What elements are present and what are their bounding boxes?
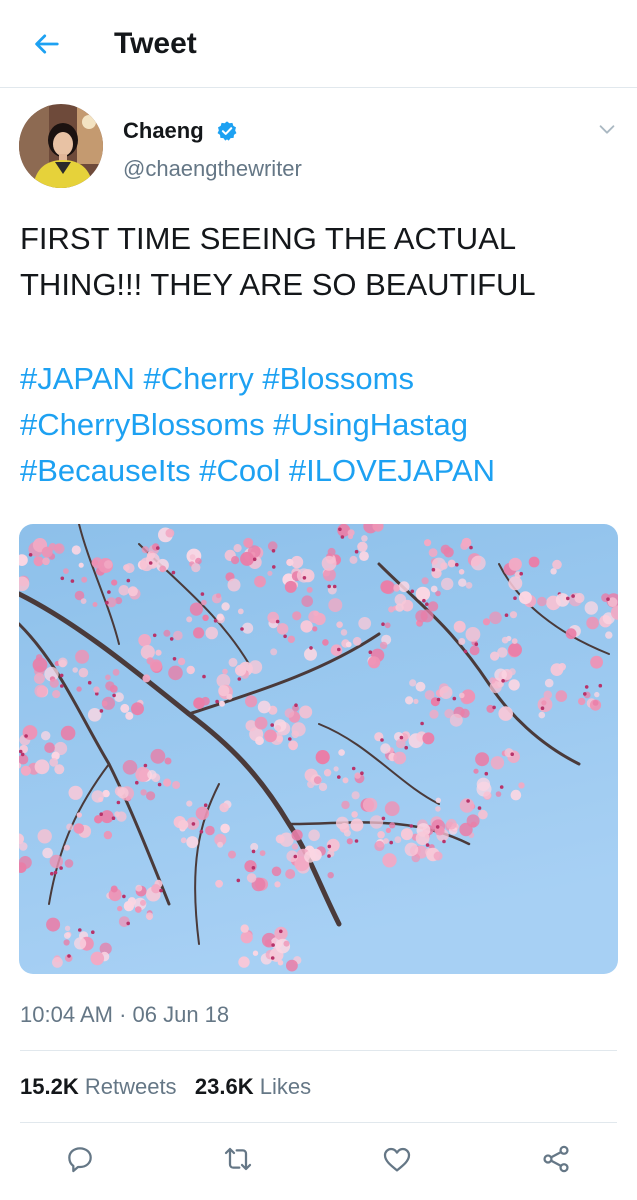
page-title: Tweet bbox=[114, 27, 197, 60]
top-bar: Tweet bbox=[0, 0, 637, 88]
likes-count: 23.6K bbox=[194, 1074, 254, 1099]
author-name[interactable]: Chaeng bbox=[123, 117, 204, 145]
hashtag-line: #JAPAN #Cherry #Blossoms bbox=[20, 356, 620, 402]
divider bbox=[20, 1050, 617, 1051]
retweets-label: Retweets bbox=[84, 1074, 177, 1099]
cherry-blossom-image bbox=[19, 524, 618, 974]
hashtag-link[interactable]: #Cool bbox=[199, 453, 280, 488]
reply-icon[interactable] bbox=[64, 1143, 96, 1175]
hashtag-link[interactable]: #CherryBlossoms bbox=[20, 407, 265, 442]
tweet-text: FIRST TIME SEEING THE ACTUAL THING!!! TH… bbox=[20, 216, 620, 308]
author-handle[interactable]: @chaengthewriter bbox=[123, 155, 302, 183]
hashtag-line: #CherryBlossoms #UsingHastag bbox=[20, 402, 620, 448]
hashtag-link[interactable]: #Cherry bbox=[143, 361, 253, 396]
likes-stat[interactable]: 23.6K Likes bbox=[195, 1074, 311, 1099]
hashtag-link[interactable]: #BecauseIts bbox=[20, 453, 191, 488]
hashtag-line: #BecauseIts #Cool #ILOVEJAPAN bbox=[20, 448, 620, 494]
likes-label: Likes bbox=[259, 1074, 312, 1099]
share-icon[interactable] bbox=[540, 1143, 572, 1175]
verified-badge-icon bbox=[217, 121, 237, 141]
chevron-down-icon[interactable] bbox=[596, 118, 618, 140]
hashtag-link[interactable]: #Blossoms bbox=[262, 361, 414, 396]
tweet-text-line: THING!!! THEY ARE SO BEAUTIFUL bbox=[20, 267, 536, 302]
hashtag-block: #JAPAN #Cherry #Blossoms #CherryBlossoms… bbox=[20, 356, 620, 494]
arrow-left-icon bbox=[35, 34, 59, 54]
hashtag-link[interactable]: #JAPAN bbox=[20, 361, 135, 396]
engagement-stats: 15.2K Retweets 23.6K Likes bbox=[20, 1072, 311, 1102]
hashtag-link[interactable]: #UsingHastag bbox=[273, 407, 468, 442]
tweet-text-line: FIRST TIME SEEING THE ACTUAL bbox=[20, 221, 517, 256]
retweet-icon[interactable] bbox=[222, 1143, 254, 1175]
avatar[interactable] bbox=[19, 104, 103, 188]
tweet-photo[interactable] bbox=[19, 524, 618, 974]
back-button[interactable] bbox=[28, 26, 64, 62]
divider bbox=[20, 1122, 617, 1123]
hashtag-link[interactable]: #ILOVEJAPAN bbox=[289, 453, 495, 488]
like-icon[interactable] bbox=[381, 1143, 413, 1175]
tweet-detail-screen: Tweet Chaeng @chaengthewriter FIRST TIME… bbox=[0, 0, 637, 1200]
retweets-stat[interactable]: 15.2K Retweets bbox=[20, 1074, 177, 1099]
retweets-count: 15.2K bbox=[20, 1074, 79, 1099]
tweet-timestamp[interactable]: 10:04 AM · 06 Jun 18 bbox=[20, 1000, 229, 1030]
